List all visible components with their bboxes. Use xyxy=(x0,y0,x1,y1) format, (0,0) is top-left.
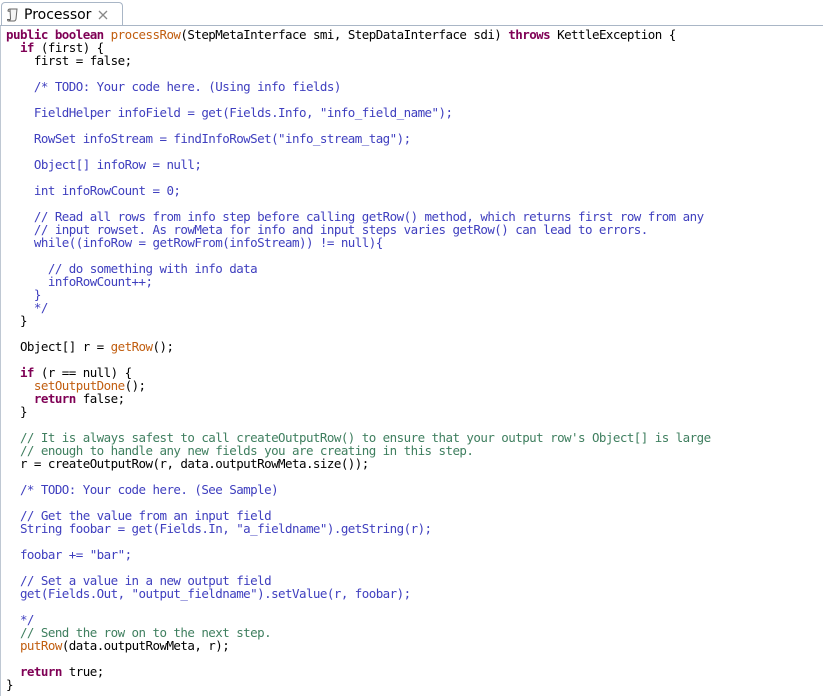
code-line: } xyxy=(6,404,28,419)
code-token: (data.outputRowMeta, r); xyxy=(61,638,230,653)
code-token: putRow xyxy=(19,638,62,653)
code-line: } xyxy=(6,313,28,328)
code-token: r = createOutputRow(r, data.outputRowMet… xyxy=(6,456,369,471)
code-token: /* TODO: Your code here. (Using info fie… xyxy=(6,79,342,94)
code-token: throws xyxy=(508,27,551,42)
code-token: foobar += "bar"; xyxy=(6,547,132,562)
code-token: get(Fields.Out, "output_fieldname").setV… xyxy=(6,586,411,601)
code-line: String foobar = get(Fields.In, "a_fieldn… xyxy=(6,522,432,535)
code-line: return true; xyxy=(6,665,104,678)
code-token: while((infoRow = getRowFrom(infoStream))… xyxy=(6,235,383,250)
code-token: (); xyxy=(124,378,146,393)
code-line: /* TODO: Your code here. (See Sample) xyxy=(6,482,279,497)
code-token: false; xyxy=(75,391,125,406)
code-line: Object[] infoRow = null; xyxy=(6,157,202,172)
code-token: FieldHelper infoField = get(Fields.Info,… xyxy=(6,105,453,120)
code-line: first = false; xyxy=(6,54,132,67)
code-token: KettleException { xyxy=(550,27,676,42)
code-token: return xyxy=(19,664,62,679)
code-editor[interactable]: public boolean processRow(StepMetaInterf… xyxy=(0,26,823,696)
code-line: foobar += "bar"; xyxy=(6,548,132,561)
code-line: int infoRowCount = 0; xyxy=(6,183,181,198)
code-token: true; xyxy=(61,664,104,679)
code-line: Object[] r = getRow(); xyxy=(6,339,174,354)
code-line: putRow(data.outputRowMeta, r); xyxy=(6,638,230,653)
code-line: public boolean processRow(StepMetaInterf… xyxy=(6,28,676,41)
tab-title: Processor xyxy=(24,6,92,23)
code-line: r = createOutputRow(r, data.outputRowMet… xyxy=(6,457,369,470)
code-token: getRow xyxy=(110,339,153,354)
close-icon[interactable] xyxy=(97,9,109,21)
code-token: return xyxy=(33,391,76,406)
code-token: int infoRowCount = 0; xyxy=(6,183,181,198)
script-icon xyxy=(5,7,21,23)
code-token: RowSet infoStream = findInfoRowSet("info… xyxy=(6,131,411,146)
code-token: String foobar = get(Fields.In, "a_fieldn… xyxy=(6,521,432,536)
code-token: (); xyxy=(152,339,174,354)
code-token: } xyxy=(6,313,28,328)
code-token: (StepMetaInterface smi, StepDataInterfac… xyxy=(180,27,509,42)
code-line: FieldHelper infoField = get(Fields.Info,… xyxy=(6,105,453,120)
code-token: /* TODO: Your code here. (See Sample) xyxy=(6,482,279,497)
code-token: first = false; xyxy=(6,53,132,68)
code-line: get(Fields.Out, "output_fieldname").setV… xyxy=(6,587,411,600)
code-line: RowSet infoStream = findInfoRowSet("info… xyxy=(6,132,411,145)
code-token: } xyxy=(6,404,28,419)
code-line: while((infoRow = getRowFrom(infoStream))… xyxy=(6,236,383,249)
code-token: Object[] infoRow = null; xyxy=(6,157,202,172)
code-token: processRow xyxy=(110,27,181,42)
code-token: } xyxy=(6,677,14,692)
editor-tab-bar: Processor xyxy=(0,0,823,26)
tab-processor[interactable]: Processor xyxy=(1,2,123,26)
code-line: /* TODO: Your code here. (Using info fie… xyxy=(6,79,342,94)
code-line: } xyxy=(6,677,14,692)
code-token: Object[] r = xyxy=(6,339,111,354)
